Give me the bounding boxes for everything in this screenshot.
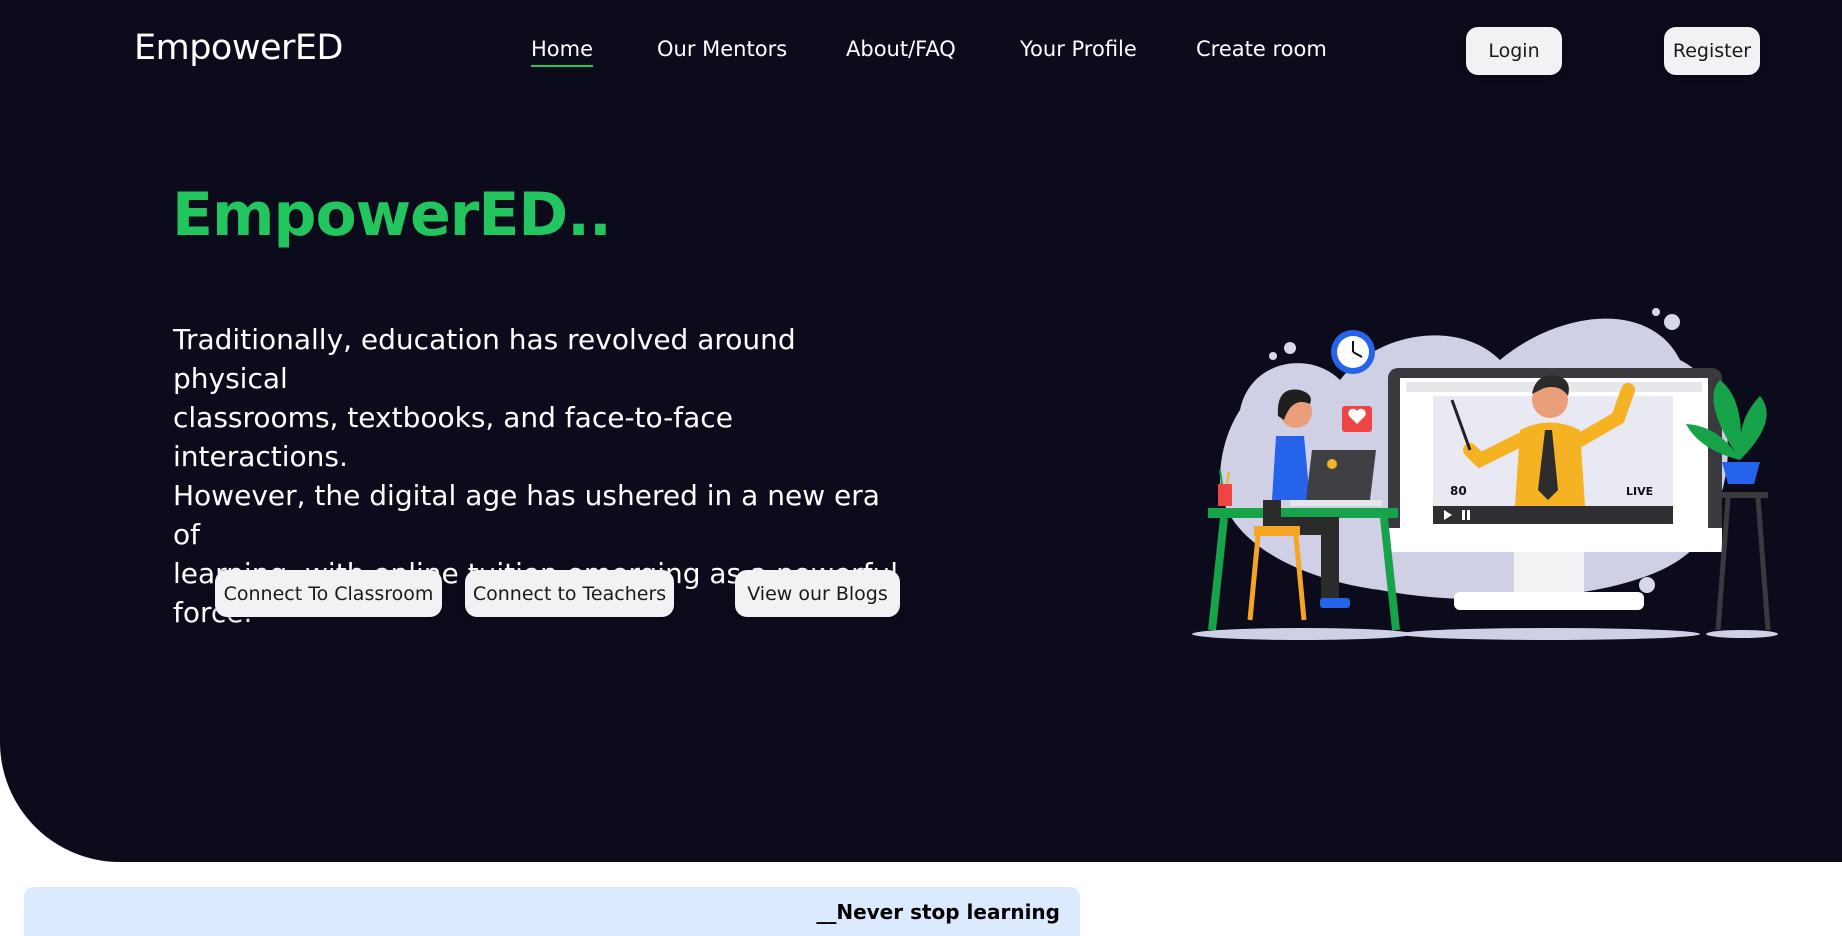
- clock-icon: [1331, 330, 1375, 374]
- live-label: LIVE: [1626, 485, 1653, 498]
- nav-create-room[interactable]: Create room: [1196, 37, 1327, 61]
- hero-section: EmpowerED Home Our Mentors About/FAQ You…: [0, 0, 1842, 862]
- hero-description-line: Traditionally, education has revolved ar…: [173, 323, 796, 395]
- hero-title: EmpowerED..: [172, 180, 612, 250]
- heart-bubble-icon: [1342, 406, 1372, 432]
- tagline-text: __Never stop learning: [816, 900, 1060, 924]
- online-tutoring-illustration: 80 LIVE: [1192, 308, 1778, 640]
- connect-to-classroom-button[interactable]: Connect To Classroom: [215, 570, 442, 617]
- connect-to-teachers-button[interactable]: Connect to Teachers: [465, 570, 674, 617]
- tagline-banner: __Never stop learning: [24, 887, 1080, 936]
- nav-your-profile[interactable]: Your Profile: [1020, 37, 1137, 61]
- register-button[interactable]: Register: [1664, 27, 1760, 75]
- nav-home[interactable]: Home: [531, 37, 594, 67]
- view-our-blogs-button[interactable]: View our Blogs: [735, 570, 900, 617]
- decor-dot: [1664, 314, 1680, 330]
- decor-dot: [1269, 352, 1277, 360]
- decor-dot: [1639, 577, 1655, 593]
- login-button[interactable]: Login: [1466, 27, 1562, 75]
- decor-dot: [1652, 308, 1660, 316]
- nav-our-mentors[interactable]: Our Mentors: [657, 37, 787, 61]
- viewer-count: 80: [1450, 484, 1467, 498]
- brand-logo[interactable]: EmpowerED: [134, 28, 343, 68]
- decor-dot: [1284, 342, 1296, 354]
- hero-description-line: classrooms, textbooks, and face-to-face …: [173, 401, 733, 473]
- nav-about-faq[interactable]: About/FAQ: [846, 37, 956, 61]
- hero-description-line: However, the digital age has ushered in …: [173, 479, 880, 551]
